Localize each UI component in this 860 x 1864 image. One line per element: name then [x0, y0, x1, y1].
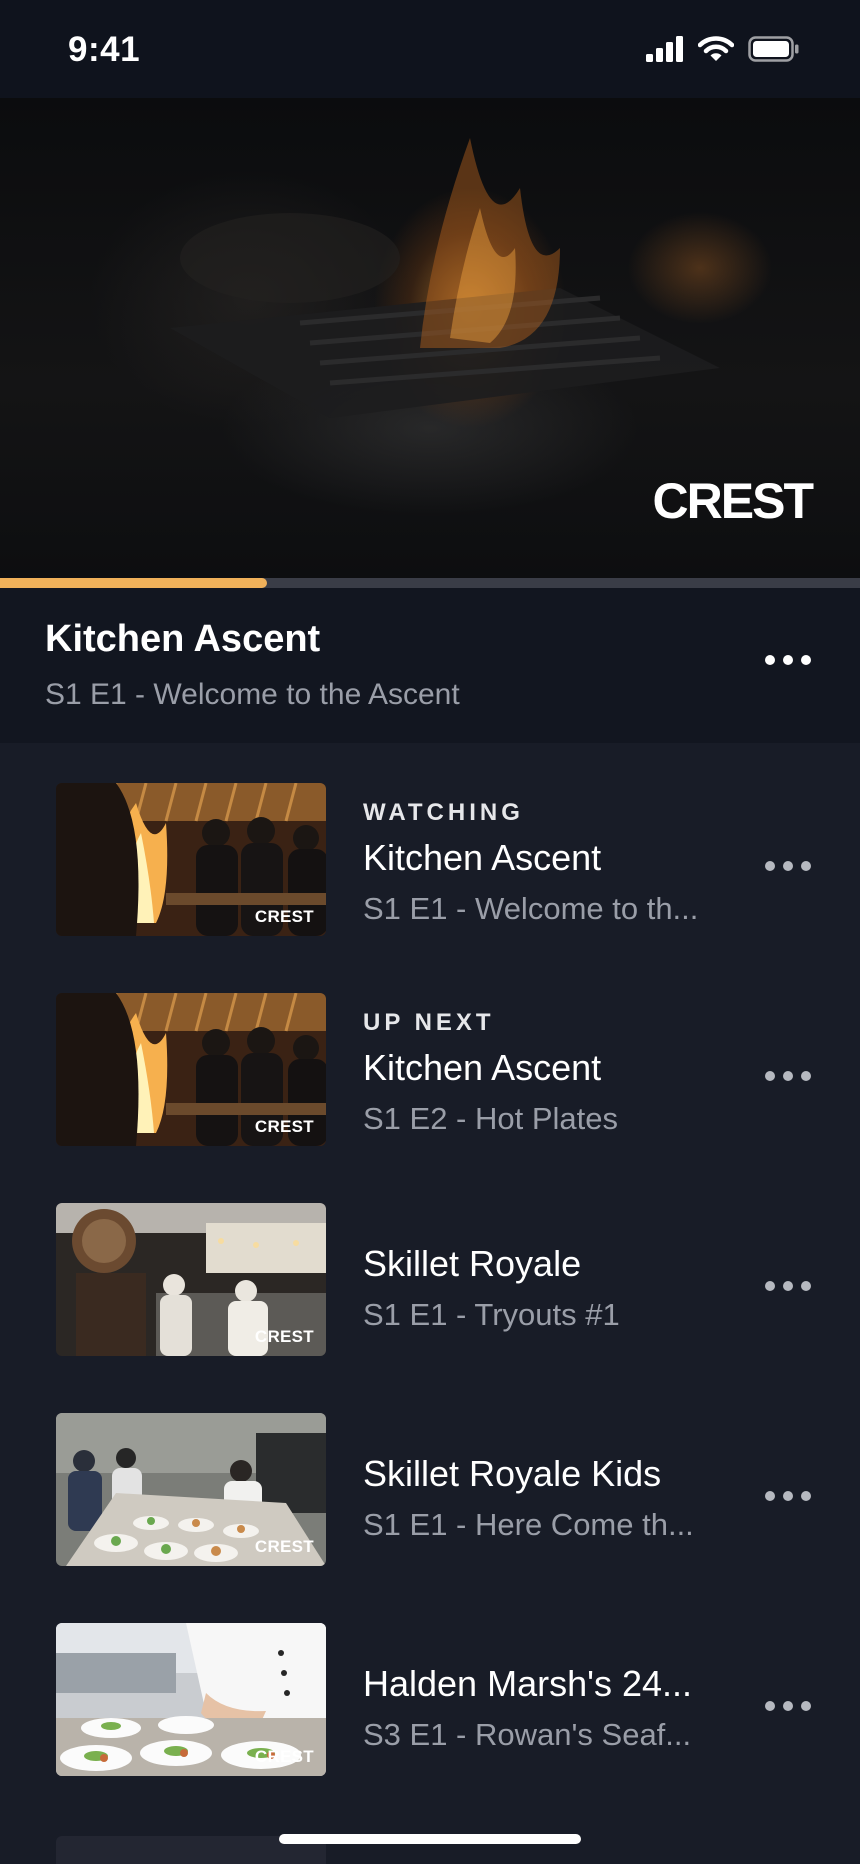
episode-text: Skillet Royale Kids S1 E1 - Here Come th… [363, 1453, 694, 1543]
episode-text: Halden Marsh's 24... S3 E1 - Rowan's Sea… [363, 1663, 692, 1753]
thumbnail-logo: CREST [254, 1117, 314, 1136]
ellipsis-icon [783, 1491, 793, 1501]
ellipsis-icon [783, 655, 793, 665]
thumbnail-logo: CREST [254, 1537, 314, 1556]
playback-progress-fill [0, 578, 267, 588]
episode-more-button[interactable] [755, 1481, 821, 1511]
episode-text: UP NEXT Kitchen Ascent S1 E2 - Hot Plate… [363, 1009, 618, 1137]
episode-title: Kitchen Ascent [363, 1047, 602, 1088]
wifi-icon [698, 36, 734, 61]
episode-status-label: UP NEXT [363, 1009, 495, 1036]
episode-row[interactable]: CREST Halden Marsh's 24... S3 E1 - Rowan… [0, 1583, 860, 1776]
episode-row-watching[interactable]: CREST WATCHING Kitchen Ascent S1 E1 - We… [0, 743, 860, 936]
now-playing-subtitle: S1 E1 - Welcome to the Ascent [45, 678, 460, 711]
episode-thumbnail: CREST [56, 993, 326, 1146]
ellipsis-icon [801, 1281, 811, 1291]
episode-row[interactable]: CREST Skillet Royale S1 E1 - Tryouts #1 [0, 1163, 860, 1356]
thumbnail-logo: CREST [254, 1747, 314, 1766]
episode-thumbnail: CREST [56, 1413, 326, 1566]
thumbnail-logo: CREST [254, 1327, 314, 1346]
episode-row-up-next[interactable]: CREST UP NEXT Kitchen Ascent S1 E2 - Hot… [0, 953, 860, 1146]
episode-subtitle: S1 E2 - Hot Plates [363, 1101, 619, 1136]
cellular-signal-icon [646, 36, 683, 62]
episode-subtitle: S1 E1 - Welcome to th... [363, 891, 699, 926]
video-player[interactable]: CREST [0, 98, 860, 578]
episode-thumbnail: CREST [56, 783, 326, 936]
ellipsis-icon [765, 1281, 775, 1291]
ellipsis-icon [783, 861, 793, 871]
now-playing-panel: Kitchen Ascent S1 E1 - Welcome to the As… [0, 588, 860, 743]
battery-icon [748, 36, 799, 62]
episode-subtitle: S1 E1 - Tryouts #1 [363, 1297, 620, 1332]
ellipsis-icon [765, 1701, 775, 1711]
episode-subtitle: S1 E1 - Here Come th... [363, 1507, 694, 1542]
ellipsis-icon [801, 1701, 811, 1711]
episode-text: WATCHING Kitchen Ascent S1 E1 - Welcome … [363, 799, 698, 927]
episode-more-button[interactable] [755, 1691, 821, 1721]
now-playing-title: Kitchen Ascent [45, 618, 321, 660]
episode-thumbnail: CREST [56, 1623, 326, 1776]
playback-progress[interactable] [0, 578, 860, 588]
episode-row[interactable]: CREST Skillet Royale Kids S1 E1 - Here C… [0, 1373, 860, 1566]
episode-title: Skillet Royale Kids [363, 1453, 662, 1494]
episode-more-button[interactable] [755, 1271, 821, 1301]
ellipsis-icon [801, 1491, 811, 1501]
ellipsis-icon [765, 1071, 775, 1081]
episode-subtitle: S3 E1 - Rowan's Seaf... [363, 1717, 692, 1752]
episode-more-button[interactable] [755, 1061, 821, 1091]
episode-title: Skillet Royale [363, 1243, 582, 1284]
thumbnail-logo: CREST [254, 907, 314, 926]
status-icons [646, 34, 800, 64]
ellipsis-icon [801, 655, 811, 665]
ellipsis-icon [783, 1701, 793, 1711]
ellipsis-icon [765, 655, 775, 665]
episode-text: Skillet Royale S1 E1 - Tryouts #1 [363, 1243, 620, 1333]
home-indicator[interactable] [279, 1834, 581, 1844]
ellipsis-icon [765, 1491, 775, 1501]
status-bar: 9:41 [0, 0, 860, 98]
ellipsis-icon [783, 1281, 793, 1291]
ellipsis-icon [783, 1071, 793, 1081]
status-time: 9:41 [68, 30, 141, 69]
episode-status-label: WATCHING [363, 799, 524, 826]
now-playing-more-button[interactable] [755, 645, 821, 675]
episode-more-button[interactable] [755, 851, 821, 881]
episode-thumbnail: CREST [56, 1203, 326, 1356]
ellipsis-icon [801, 861, 811, 871]
ellipsis-icon [765, 861, 775, 871]
ellipsis-icon [801, 1071, 811, 1081]
episode-title: Kitchen Ascent [363, 837, 602, 878]
episode-title: Halden Marsh's 24... [363, 1663, 693, 1704]
crest-logo: CREST [652, 473, 814, 529]
